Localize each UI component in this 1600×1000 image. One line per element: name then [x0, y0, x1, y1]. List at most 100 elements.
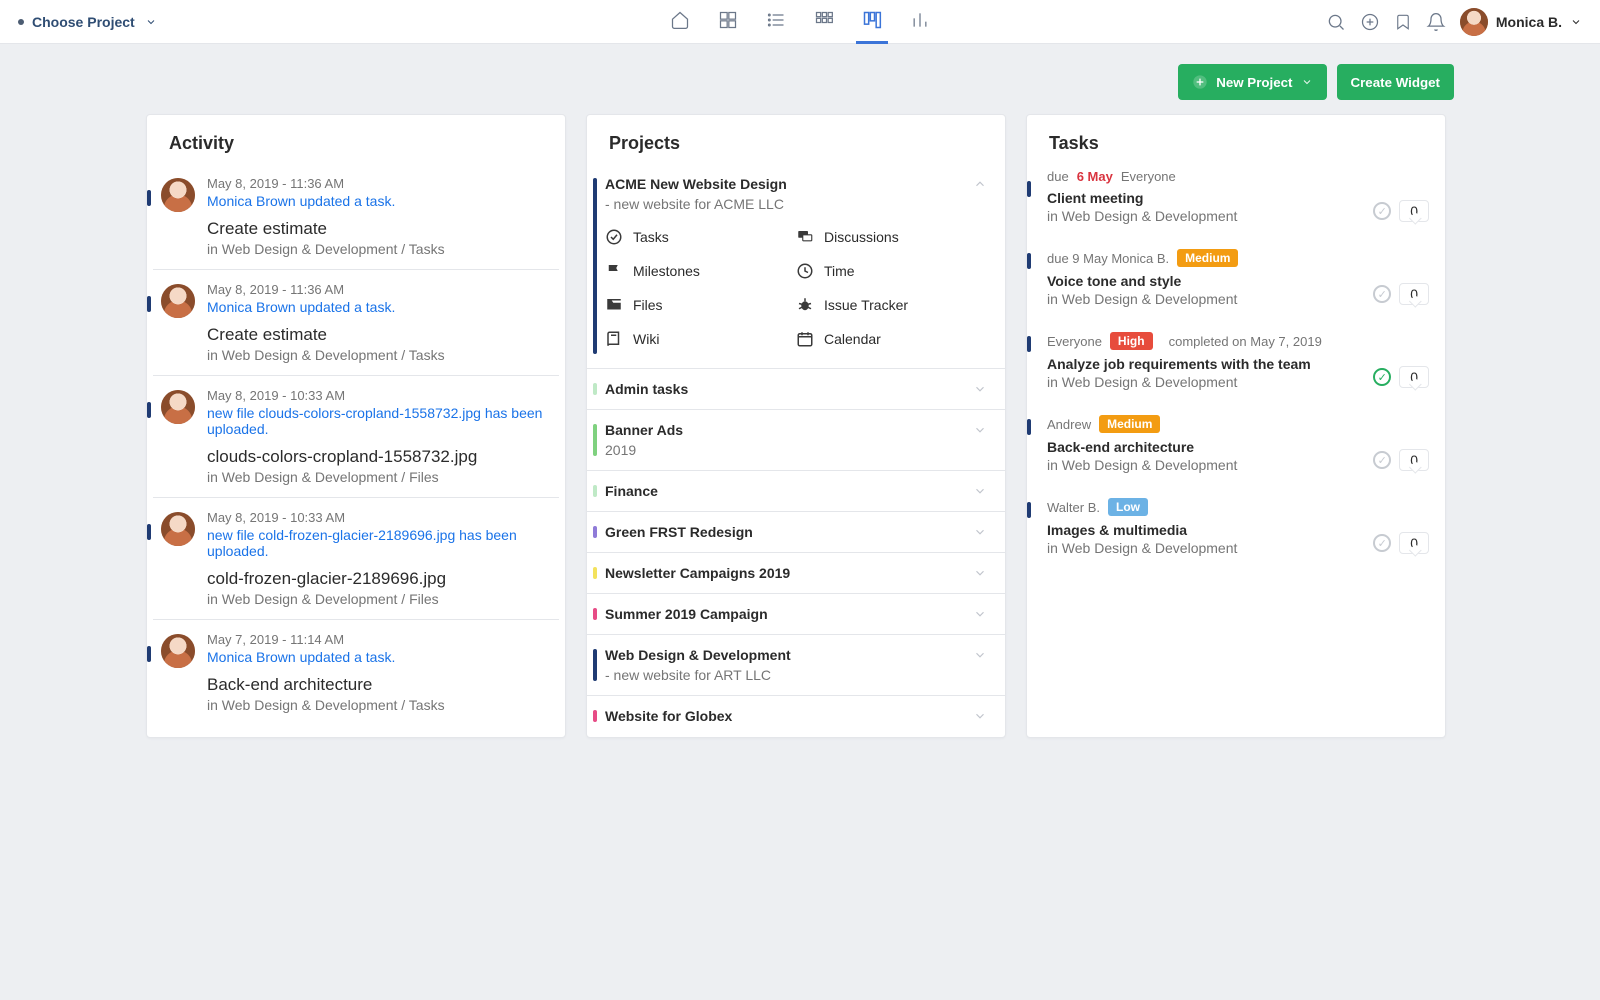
plus-circle-icon [1192, 74, 1208, 90]
arrow-down-icon[interactable] [973, 709, 987, 723]
tasks-card: Tasks due 6 May Everyone Client meeting … [1026, 114, 1446, 738]
arrow-down-icon[interactable] [973, 607, 987, 621]
activity-item[interactable]: May 8, 2019 - 10:33 AM new file clouds-c… [153, 375, 559, 497]
task-comment-count[interactable]: 0 [1399, 532, 1429, 554]
priority-badge: High [1110, 332, 1153, 350]
user-menu[interactable]: Monica B. [1460, 8, 1582, 36]
card-title: Tasks [1027, 115, 1445, 164]
activity-action-link[interactable]: Monica Brown updated a task. [207, 299, 551, 315]
nav-kanban-icon[interactable] [856, 0, 888, 44]
arrow-down-icon[interactable] [973, 525, 987, 539]
project-switcher[interactable]: Choose Project [18, 14, 157, 30]
project-link-files[interactable]: Files [605, 288, 796, 322]
task-color-bar [1027, 181, 1031, 197]
avatar [1460, 8, 1488, 36]
task-meta-text: Walter B. [1047, 500, 1100, 515]
task-location: in Web Design & Development [1047, 208, 1425, 224]
avatar [161, 284, 195, 318]
arrow-up-icon[interactable] [973, 177, 987, 191]
project-link-milestones[interactable]: Milestones [605, 254, 796, 288]
priority-badge: Medium [1099, 415, 1160, 433]
bell-icon[interactable] [1426, 12, 1446, 32]
task-color-bar [1027, 253, 1031, 269]
nav-grid-icon[interactable] [712, 0, 744, 44]
search-icon[interactable] [1326, 12, 1346, 32]
arrow-down-icon[interactable] [973, 484, 987, 498]
project-item-featured[interactable]: ACME New Website Design - new website fo… [587, 164, 1005, 368]
activity-action-link[interactable]: new file clouds-colors-cropland-1558732.… [207, 405, 551, 437]
task-item[interactable]: AndrewMedium Back-end architecture in We… [1033, 402, 1439, 485]
project-item[interactable]: Green FRST Redesign [587, 511, 1005, 552]
activity-action-link[interactable]: new file cold-frozen-glacier-2189696.jpg… [207, 527, 551, 559]
choose-project-label: Choose Project [32, 14, 135, 30]
project-title: ACME New Website Design [605, 176, 787, 192]
avatar [161, 512, 195, 546]
link-label: Tasks [633, 229, 669, 245]
activity-color-bar [147, 646, 151, 662]
project-title: Summer 2019 Campaign [605, 606, 768, 622]
nav-home-icon[interactable] [664, 0, 696, 44]
task-complete-toggle[interactable] [1373, 534, 1391, 552]
bookmark-icon[interactable] [1394, 12, 1412, 32]
topbar-right: Monica B. [1326, 8, 1582, 36]
priority-badge: Low [1108, 498, 1148, 516]
project-item[interactable]: Web Design & Development - new website f… [587, 634, 1005, 695]
nav-chart-icon[interactable] [904, 0, 936, 44]
task-complete-toggle[interactable] [1373, 451, 1391, 469]
new-project-button[interactable]: New Project [1178, 64, 1326, 100]
link-label: Files [633, 297, 663, 313]
task-comment-count[interactable]: 0 [1399, 200, 1429, 222]
activity-item[interactable]: May 8, 2019 - 11:36 AM Monica Brown upda… [153, 164, 559, 269]
project-link-time[interactable]: Time [796, 254, 987, 288]
project-subtitle: 2019 [605, 442, 987, 458]
arrow-down-icon[interactable] [973, 566, 987, 580]
task-item[interactable]: Walter B.Low Images & multimedia in Web … [1033, 485, 1439, 568]
task-complete-toggle[interactable] [1373, 368, 1391, 386]
task-item[interactable]: EveryoneHighcompleted on May 7, 2019 Ana… [1033, 319, 1439, 402]
project-link-tasks[interactable]: Tasks [605, 220, 796, 254]
project-item[interactable]: Admin tasks [587, 368, 1005, 409]
task-comment-count[interactable]: 0 [1399, 449, 1429, 471]
project-item[interactable]: Finance [587, 470, 1005, 511]
arrow-down-icon[interactable] [973, 382, 987, 396]
task-comment-count[interactable]: 0 [1399, 366, 1429, 388]
arrow-down-icon[interactable] [973, 423, 987, 437]
task-color-bar [1027, 502, 1031, 518]
task-color-bar [1027, 419, 1031, 435]
activity-item[interactable]: May 8, 2019 - 10:33 AM new file cold-fro… [153, 497, 559, 619]
project-item[interactable]: Website for Globex [587, 695, 1005, 736]
task-complete-toggle[interactable] [1373, 202, 1391, 220]
plus-circle-icon[interactable] [1360, 12, 1380, 32]
nav-smallgrid-icon[interactable] [808, 0, 840, 44]
task-comment-count[interactable]: 0 [1399, 283, 1429, 305]
project-title: Finance [605, 483, 658, 499]
project-item[interactable]: Summer 2019 Campaign [587, 593, 1005, 634]
project-color-bar [593, 424, 597, 456]
arrow-down-icon[interactable] [973, 648, 987, 662]
page-actions: New Project Create Widget [146, 64, 1454, 100]
task-complete-toggle[interactable] [1373, 285, 1391, 303]
activity-time: May 7, 2019 - 11:14 AM [207, 632, 551, 647]
book-icon [605, 330, 623, 348]
project-item[interactable]: Newsletter Campaigns 2019 [587, 552, 1005, 593]
task-item[interactable]: due 6 May Everyone Client meeting in Web… [1033, 164, 1439, 236]
activity-color-bar [147, 524, 151, 540]
activity-location: in Web Design & Development / Tasks [207, 347, 551, 363]
task-item[interactable]: due 9 May Monica B.Medium Voice tone and… [1033, 236, 1439, 319]
activity-item[interactable]: May 7, 2019 - 11:14 AM Monica Brown upda… [153, 619, 559, 725]
project-link-discussions[interactable]: Discussions [796, 220, 987, 254]
activity-location: in Web Design & Development / Files [207, 591, 551, 607]
activity-action-link[interactable]: Monica Brown updated a task. [207, 193, 551, 209]
project-status-dot [18, 19, 24, 25]
activity-action-link[interactable]: Monica Brown updated a task. [207, 649, 551, 665]
activity-item[interactable]: May 8, 2019 - 11:36 AM Monica Brown upda… [153, 269, 559, 375]
project-link-wiki[interactable]: Wiki [605, 322, 796, 356]
task-meta-text: completed on May 7, 2019 [1169, 334, 1322, 349]
project-link-calendar[interactable]: Calendar [796, 322, 987, 356]
task-color-bar [1027, 336, 1031, 352]
nav-list-icon[interactable] [760, 0, 792, 44]
card-title: Activity [147, 115, 565, 164]
project-item[interactable]: Banner Ads 2019 [587, 409, 1005, 470]
create-widget-button[interactable]: Create Widget [1337, 64, 1455, 100]
project-link-issues[interactable]: Issue Tracker [796, 288, 987, 322]
